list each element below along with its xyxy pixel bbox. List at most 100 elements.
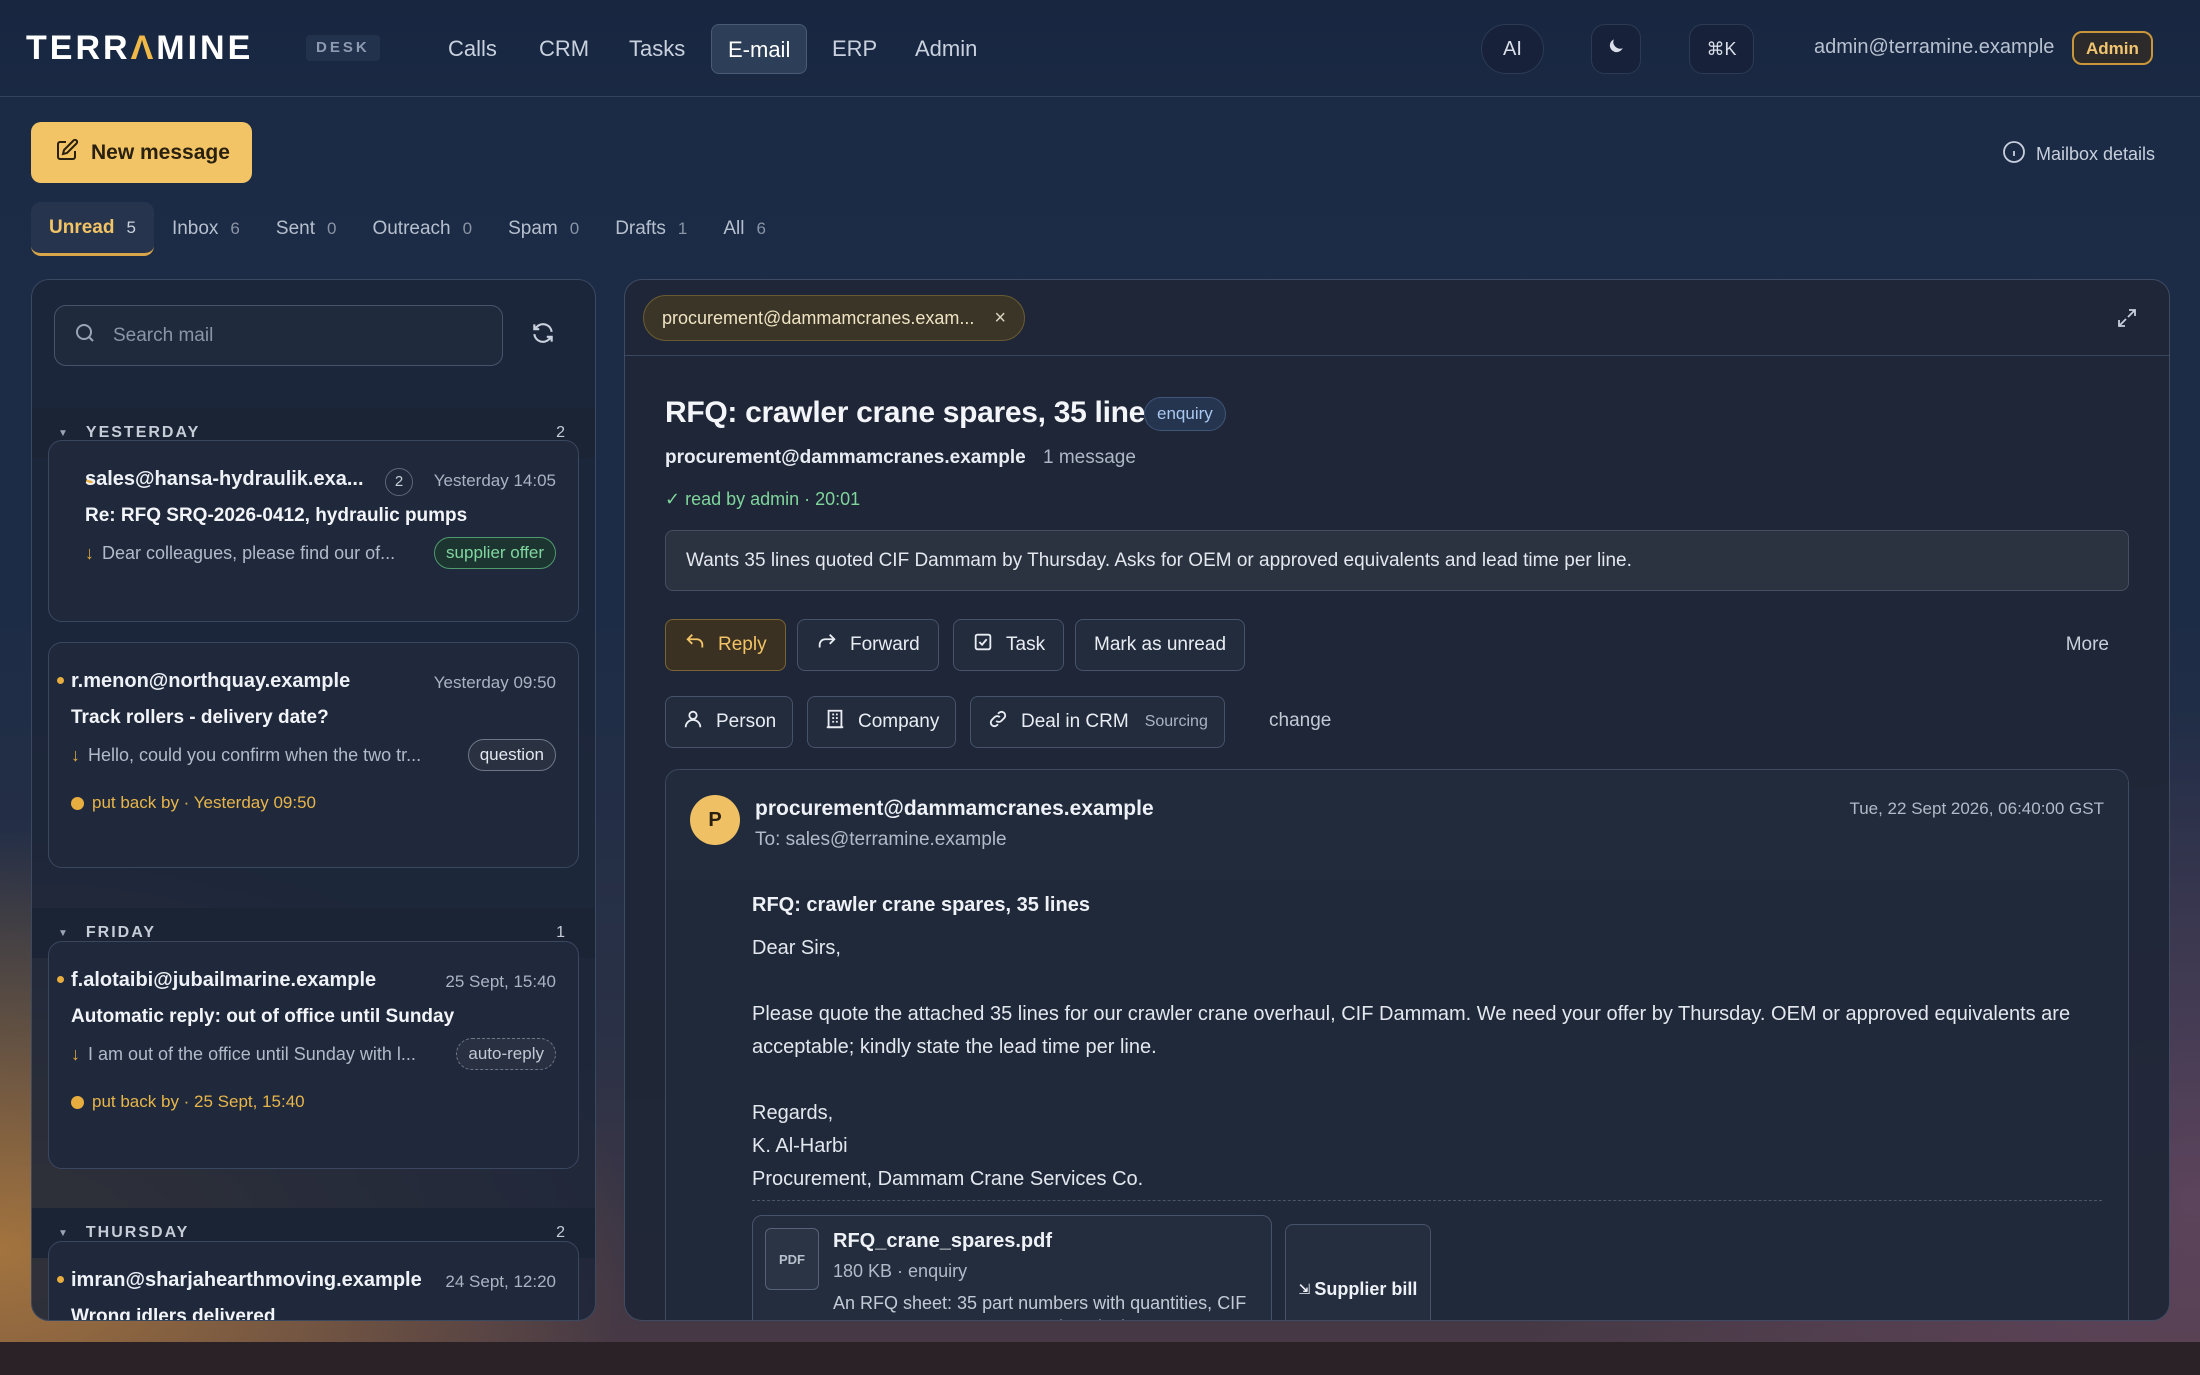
body-signer-title: Procurement, Dammam Crane Services Co. [752, 1168, 1144, 1190]
link-company-button[interactable]: Company [807, 696, 957, 748]
task-button[interactable]: Task [953, 619, 1065, 671]
message-count: 1 message [1043, 447, 1136, 468]
message-date: Tue, 22 Sept 2026, 06:40:00 GST [1849, 799, 2104, 818]
mailbox-details-label: Mailbox details [2036, 144, 2156, 164]
tab-unread[interactable]: Unread 5 [31, 202, 154, 256]
expand-button[interactable] [2115, 306, 2139, 335]
link-deal-button[interactable]: Deal in CRM Sourcing [970, 696, 1225, 748]
message-subject: RFQ: crawler crane spares, 35 lines [752, 894, 1090, 916]
search-icon [73, 321, 97, 350]
attachment-card[interactable]: PDF RFQ_crane_spares.pdf 180 KB · enquir… [752, 1215, 1272, 1320]
forward-icon [816, 631, 838, 659]
thread-count-badge: 2 [385, 468, 413, 496]
reply-button[interactable]: Reply [665, 619, 786, 671]
tab-spam[interactable]: Spam 0 [490, 202, 597, 256]
refresh-icon [530, 320, 556, 351]
import-arrow-icon: ⇲ [1298, 1280, 1311, 1297]
read-status: ✓ read by admin · 20:01 [665, 489, 861, 509]
collapse-icon: ▼ [58, 927, 70, 939]
label-tag[interactable]: question [467, 739, 556, 771]
incoming-arrow-icon: ↓ [71, 1044, 80, 1064]
nav-calls[interactable]: Calls [432, 24, 513, 74]
building-icon [824, 708, 846, 736]
mail-item[interactable]: f.alotaibi@jubailmarine.example 25 Sept,… [48, 941, 579, 1169]
folder-tabs: Unread 5 Inbox 6 Sent 0 Outreach 0 Spam 0 Dra… [31, 202, 784, 256]
change-link[interactable]: change [1269, 710, 1331, 732]
conversation-chip[interactable]: procurement@dammamcranes.exam... × [643, 295, 1026, 341]
unread-dot [57, 1276, 64, 1283]
mail-time: Yesterday 14:05 [433, 471, 556, 490]
user-email[interactable]: admin@terramine.example [1814, 36, 2054, 59]
reminder-dot-icon [71, 1095, 84, 1109]
group-label: THURSDAY [85, 1224, 190, 1241]
mail-item[interactable]: sales@hansa-hydraulik.exa... 2 Yesterday… [48, 440, 579, 622]
attachment-name[interactable]: RFQ_crane_spares.pdf [833, 1230, 1052, 1253]
role-badge: Admin [2072, 31, 2153, 65]
forward-button[interactable]: Forward [797, 619, 939, 671]
mail-item[interactable]: imran@sharjahearthmoving.example 24 Sept… [48, 1241, 579, 1321]
mail-sender: f.alotaibi@jubailmarine.example [71, 969, 377, 991]
mail-sender: r.menon@northquay.example [71, 670, 351, 692]
nav-crm[interactable]: CRM [523, 24, 605, 74]
mailbox-details-link[interactable]: Mailbox details [2002, 140, 2155, 169]
link-icon [987, 708, 1009, 736]
put-back-reminder: put back by · 25 Sept, 15:40 [71, 1092, 305, 1112]
link-person-button[interactable]: Person [665, 696, 794, 748]
reply-icon [684, 631, 706, 659]
reading-pane: procurement@dammamcranes.exam... × RFQ: … [624, 279, 2170, 1321]
label-tag[interactable]: auto-reply [456, 1038, 556, 1070]
mail-sender: imran@sharjahearthmoving.example [71, 1269, 422, 1291]
mail-list-panel: ▼ YESTERDAY 2 sales@hansa-hydraulik.exa.… [31, 279, 596, 1321]
new-message-button[interactable]: New message [31, 122, 252, 183]
bottom-strip [0, 1342, 2200, 1375]
incoming-arrow-icon: ↓ [85, 543, 94, 563]
put-back-reminder: put back by · Yesterday 09:50 [71, 793, 316, 813]
tab-drafts[interactable]: Drafts 1 [597, 202, 705, 256]
mark-unread-button[interactable]: Mark as unread [1075, 619, 1246, 671]
mail-subject: Track rollers - delivery date? [71, 707, 329, 728]
tab-all[interactable]: All 6 [705, 202, 784, 256]
tab-sent[interactable]: Sent 0 [258, 202, 355, 256]
thread-sender[interactable]: procurement@dammamcranes.example [665, 447, 1026, 469]
divider [752, 1200, 2102, 1201]
top-nav: TERRΛMINE DESK Calls CRM Tasks E-mail ER… [0, 0, 2200, 97]
checkbox-icon [972, 631, 994, 659]
mail-preview: ↓ Hello, could you confirm when the two t… [71, 745, 422, 765]
message-sender[interactable]: procurement@dammamcranes.example [755, 797, 1154, 821]
close-icon[interactable]: × [994, 307, 1006, 330]
search-input[interactable] [113, 324, 473, 347]
pdf-file-icon: PDF [765, 1228, 819, 1290]
supplier-bill-button[interactable]: ⇲ Supplier bill [1285, 1224, 1431, 1320]
mail-item[interactable]: r.menon@northquay.example Yesterday 09:5… [48, 642, 579, 868]
collapse-icon: ▼ [58, 427, 70, 439]
label-tag[interactable]: supplier offer [434, 537, 556, 569]
nav-admin[interactable]: Admin [899, 24, 993, 74]
ai-button[interactable]: AI [1481, 24, 1544, 74]
group-count: 2 [556, 1224, 565, 1241]
theme-toggle-button[interactable] [1591, 24, 1641, 74]
app-logo[interactable]: TERRΛMINE [26, 29, 253, 68]
thread-label-badge[interactable]: enquiry [1144, 397, 1226, 431]
message-card: P procurement@dammamcranes.example To: s… [665, 769, 2129, 1320]
attachment-description: An RFQ sheet: 35 part numbers with quant… [833, 1293, 1247, 1320]
tab-outreach[interactable]: Outreach 0 [354, 202, 490, 256]
unread-dot [57, 976, 64, 983]
refresh-button[interactable] [526, 318, 560, 352]
nav-email[interactable]: E-mail [711, 24, 808, 74]
message-body: Dear Sirs, Please quote the attached 35 … [752, 932, 2102, 1196]
more-button[interactable]: More [2066, 634, 2109, 656]
nav-erp[interactable]: ERP [816, 24, 893, 74]
reminder-dot-icon [71, 796, 84, 810]
attachment-meta: 180 KB · enquiry [833, 1261, 968, 1281]
mail-preview: ↓ Dear colleagues, please find our of... [85, 543, 396, 563]
mail-subject: Wrong idlers delivered [71, 1306, 276, 1321]
body-regards: Regards, [752, 1102, 834, 1124]
mail-subject: Automatic reply: out of office until Sun… [71, 1006, 455, 1027]
mail-sender: sales@hansa-hydraulik.exa... [85, 468, 364, 490]
body-paragraph: Please quote the attached 35 lines for o… [752, 1003, 2071, 1058]
expand-icon [2115, 309, 2139, 334]
nav-tasks[interactable]: Tasks [613, 24, 701, 74]
tab-inbox[interactable]: Inbox 6 [154, 202, 258, 256]
deal-stage: Sourcing [1144, 713, 1208, 730]
command-palette-button[interactable]: ⌘K [1689, 24, 1754, 74]
